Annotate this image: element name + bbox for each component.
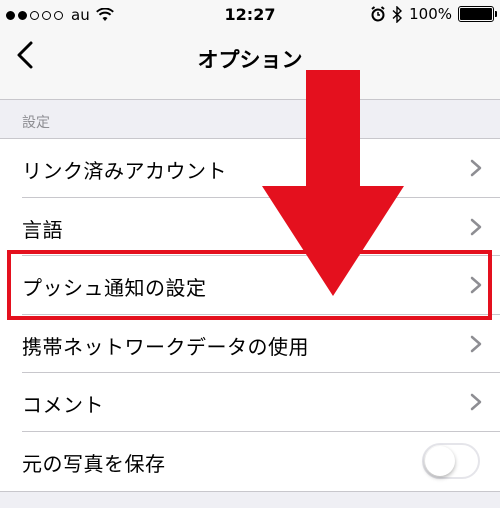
row-cellular-data-usage[interactable]: 携帯ネットワークデータの使用 — [22, 315, 500, 374]
navigation-bar: オプション — [0, 30, 500, 86]
row-language[interactable]: 言語 — [22, 198, 500, 257]
top-bar: au 12:27 100% オプション — [0, 0, 500, 100]
status-bar: au 12:27 100% — [0, 0, 500, 30]
row-label: リンク済みアカウント — [22, 159, 227, 183]
page-title: オプション — [197, 48, 303, 72]
row-comments[interactable]: コメント — [22, 373, 500, 432]
row-label: 言語 — [22, 217, 63, 242]
highlight-box — [7, 250, 492, 320]
chevron-right-icon — [470, 394, 482, 411]
chevron-right-icon — [470, 218, 482, 235]
bluetooth-icon — [392, 5, 403, 23]
section-header-settings: 設定 — [22, 115, 50, 131]
alarm-clock-icon — [371, 6, 385, 22]
row-label: 元の写真を保存 — [22, 451, 166, 476]
battery-percent: 100% — [409, 5, 452, 23]
save-original-photos-toggle[interactable] — [422, 442, 480, 479]
row-linked-accounts[interactable]: リンク済みアカウント — [22, 139, 500, 198]
chevron-right-icon — [470, 159, 482, 177]
chevron-right-icon — [470, 335, 482, 353]
row-label: 携帯ネットワークデータの使用 — [22, 334, 309, 359]
battery-icon — [458, 6, 497, 22]
status-right: 100% — [370, 5, 497, 23]
row-save-original-photos: 元の写真を保存 — [22, 432, 500, 491]
arrow-down-icon — [262, 70, 404, 296]
toggle-knob — [425, 445, 455, 476]
row-label: コメント — [22, 393, 104, 418]
